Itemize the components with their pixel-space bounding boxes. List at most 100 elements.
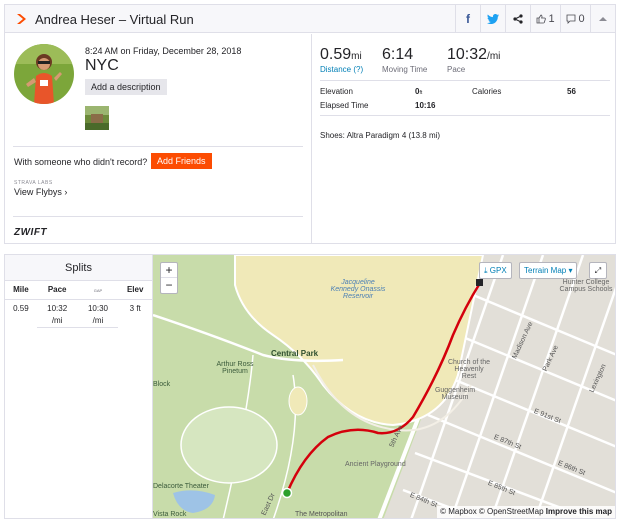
splits-col-mile: Mile — [5, 281, 37, 300]
twitter-share-button[interactable] — [480, 5, 505, 33]
facebook-icon: f — [466, 12, 470, 26]
split-pace-unit: /mi — [51, 315, 63, 325]
add-description-button[interactable]: Add a description — [85, 79, 167, 95]
church-label: Church of the Heavenly Rest — [447, 359, 491, 380]
central-park-label: Central Park — [271, 349, 319, 358]
vista-rock-label: Vista Rock — [153, 511, 187, 518]
osm-attribution-link[interactable]: © OpenStreetMap — [479, 507, 544, 516]
kudos-count: 1 — [548, 13, 555, 25]
split-gap-unit: /mi — [92, 315, 104, 325]
elevation-unit: ft — [419, 90, 423, 96]
fullscreen-icon: ⤢ — [594, 266, 602, 275]
zoom-in-button[interactable]: + — [161, 263, 177, 278]
activity-photo-thumbnail[interactable] — [85, 106, 109, 130]
route-map[interactable]: + − ⤓ GPX Terrain Map ▾ ⤢ Jacqueline Ken… — [152, 254, 616, 519]
zoom-out-button[interactable]: − — [161, 278, 177, 293]
splits-col-gap-label: GAP — [93, 288, 103, 294]
kudos-button[interactable]: 1 — [530, 5, 560, 33]
comment-count: 0 — [578, 13, 585, 25]
stats-divider — [320, 115, 610, 116]
activity-datetime: 8:24 AM on Friday, December 28, 2018 — [85, 46, 242, 56]
chevron-up-icon — [599, 17, 607, 21]
mapbox-attribution-link[interactable]: © Mapbox — [440, 507, 477, 516]
twitter-icon — [487, 14, 499, 24]
moving-time-value: 6:14 — [382, 46, 414, 63]
metropolitan-label: The Metropolitan — [295, 511, 348, 518]
splits-title: Splits — [5, 255, 152, 281]
section-divider — [13, 146, 303, 147]
someone-text: With someone who didn't record? — [14, 157, 148, 167]
elevation-value: 0ft — [415, 87, 422, 96]
section-divider — [13, 216, 303, 217]
pace-stat: 10:32/mi Pace — [447, 46, 500, 74]
elevation-label: Elevation — [320, 87, 353, 96]
distance-label[interactable]: Distance (?) — [320, 65, 363, 74]
map-attribution: © Mapbox © OpenStreetMap Improve this ma… — [437, 506, 615, 518]
zwift-logo: ZWIFT — [14, 227, 48, 238]
split-pace: 10:32/mi — [36, 299, 78, 328]
split-row[interactable]: 0.59 10:32/mi 10:30/mi 3 ft — [5, 299, 152, 328]
splits-col-pace: Pace — [36, 281, 78, 300]
splits-table: Mile Pace GAP Elev 0.59 10:32/mi 10:30/m… — [5, 281, 152, 328]
terrain-map-dropdown[interactable]: Terrain Map ▾ — [519, 262, 578, 279]
zoom-control: + − — [160, 262, 178, 294]
hunter-label: Hunter College Campus Schools — [559, 279, 613, 293]
view-flybys-link[interactable]: View Flybys › — [14, 187, 67, 197]
strava-labs-label: STRAVA LABS — [14, 180, 53, 186]
splits-col-elev: Elev — [118, 281, 152, 300]
pace-value: 10:32 — [447, 46, 488, 63]
split-elev: 3 ft — [129, 303, 141, 313]
elapsed-time-label: Elapsed Time — [320, 101, 369, 110]
share-icon — [513, 14, 523, 24]
splits-panel: Splits Mile Pace GAP Elev 0.59 10:32/mi … — [4, 254, 152, 519]
photo-thumbnail-image — [85, 106, 109, 130]
split-mile: 0.59 — [13, 303, 29, 313]
pace-unit: /mi — [487, 51, 501, 62]
reservoir-label: Jacqueline Kennedy Onassis Reservoir — [330, 279, 386, 300]
avatar-photo — [14, 44, 74, 104]
gpx-download-button[interactable]: ⤓ GPX — [479, 262, 512, 279]
route-start-marker[interactable] — [281, 487, 293, 499]
small-pond — [288, 386, 308, 416]
arthur-ross-label: Arthur Ross Pinetum — [216, 361, 254, 375]
strava-chevron-icon — [17, 14, 26, 24]
thumbs-up-icon — [537, 14, 547, 24]
share-button[interactable] — [505, 5, 530, 33]
athlete-avatar[interactable] — [14, 44, 74, 104]
facebook-share-button[interactable]: f — [455, 5, 480, 33]
split-gap-value: 10:30 — [87, 303, 108, 313]
calories-label: Calories — [472, 87, 502, 96]
add-friends-button[interactable]: Add Friends — [151, 153, 212, 169]
activity-card: Andrea Heser – Virtual Run f 1 0 8:24 AM… — [4, 4, 616, 244]
split-pace-value: 10:32 — [47, 303, 68, 313]
elapsed-time-value: 10:16 — [415, 101, 436, 110]
stats-divider — [320, 80, 610, 81]
activity-name: NYC — [85, 57, 119, 74]
moving-time-label: Moving Time — [382, 65, 428, 74]
guggenheim-label: Guggenheim Museum — [434, 387, 476, 401]
shoes-info: Shoes: Altra Paradigm 4 (13.8 mi) — [320, 131, 441, 140]
delacorte-label: Delacorte Theater — [153, 483, 209, 490]
ancient-playground-label: Ancient Playground — [345, 461, 406, 468]
distance-value: 0.59 — [320, 46, 352, 63]
splits-col-gap: GAP — [77, 281, 119, 300]
calories-value: 56 — [567, 87, 576, 96]
collapse-button[interactable] — [590, 5, 615, 33]
fullscreen-button[interactable]: ⤢ — [589, 262, 607, 279]
improve-map-link[interactable]: Improve this map — [546, 507, 612, 516]
block-label: Block — [153, 381, 171, 388]
activity-header: Andrea Heser – Virtual Run f 1 0 — [5, 5, 615, 33]
activity-summary: 8:24 AM on Friday, December 28, 2018 NYC… — [5, 34, 311, 243]
split-gap: 10:30/mi — [77, 299, 119, 328]
pace-label: Pace — [447, 65, 466, 74]
activity-title: Andrea Heser – Virtual Run — [35, 12, 194, 27]
comment-icon — [567, 14, 576, 24]
distance-unit: mi — [351, 51, 362, 62]
distance-stat: 0.59mi Distance (?) — [320, 46, 363, 74]
comment-button[interactable]: 0 — [560, 5, 590, 33]
header-actions: f 1 0 — [455, 5, 615, 33]
moving-time-stat: 6:14 Moving Time — [382, 46, 427, 74]
activity-stats: 0.59mi Distance (?) 6:14 Moving Time 10:… — [311, 34, 615, 243]
great-lawn — [180, 406, 278, 484]
route-finish-marker[interactable] — [476, 279, 483, 286]
